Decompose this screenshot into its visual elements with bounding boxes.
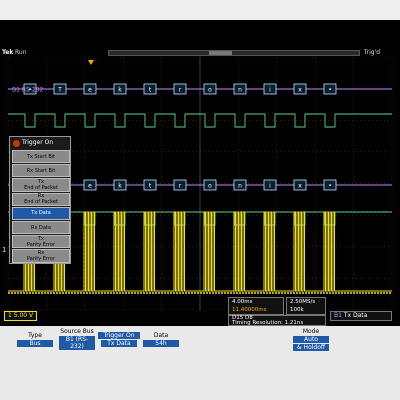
record-overview xyxy=(108,50,360,56)
trigger-on-option[interactable]: Rx End of Packet xyxy=(12,192,70,206)
bus-packet-char: o xyxy=(208,87,212,94)
softkey-data[interactable]: Data 54h xyxy=(140,328,182,350)
bus-packet-char: T xyxy=(57,87,62,94)
digital-readout[interactable]: D15 D8 Timing Resolution: 1.21ns xyxy=(228,315,326,326)
trigger-on-option[interactable]: Rx Data xyxy=(12,221,70,235)
brand-logo: Tek xyxy=(2,49,14,56)
close-menu-icon[interactable] xyxy=(13,139,20,147)
bus-packet-char: n xyxy=(238,183,242,190)
bus-packet-char: • xyxy=(328,183,332,190)
bus-packet-char: n xyxy=(238,87,242,94)
timebase-readout[interactable]: 4.00ms 11.40000ms xyxy=(228,297,284,315)
bus-packet-char: o xyxy=(208,183,212,190)
trigger-position-marker xyxy=(88,60,94,65)
bus-packet-char: e xyxy=(88,183,92,190)
trigger-on-menu: Trigger On Tx Start Bit Rx Start Bit Tx End… xyxy=(9,136,71,264)
softkey-bar: Type Bus Source Bus B1 (RS-232) Trigger On Tx… xyxy=(0,326,400,400)
menu-title: Trigger On xyxy=(10,137,70,149)
trigger-on-option[interactable]: Tx Data xyxy=(12,206,70,220)
trigger-on-option[interactable]: Tx Start Bit xyxy=(12,150,70,164)
ch1-scale-readout[interactable]: 1 5.00 V xyxy=(4,311,38,321)
record-window-marker xyxy=(209,51,232,55)
trigger-on-option[interactable]: Rx Start Bit xyxy=(12,164,70,178)
bus-packet-char: • xyxy=(328,87,332,94)
bus-packet-char: e xyxy=(88,87,92,94)
status-bar: Tek Run Trig'd xyxy=(0,48,400,57)
trigger-status: Trig'd xyxy=(363,49,380,56)
trigger-on-option[interactable]: Tx Parity Error xyxy=(12,235,70,249)
bus-trigger-readout[interactable]: B1 Tx Data xyxy=(330,311,392,321)
bus-packet-char: k xyxy=(118,87,122,94)
softkey-trigger-on[interactable]: Trigger On Tx Data xyxy=(98,328,140,350)
softkey-type[interactable]: Type Bus xyxy=(14,328,56,350)
acquisition-status: Run xyxy=(15,49,27,56)
softkey-mode[interactable]: Mode Auto & Holdoff xyxy=(290,328,332,351)
readout-bar: 1 5.00 V 4.00ms 11.40000ms 2.50MS/s 100k… xyxy=(0,297,400,326)
trigger-on-option[interactable]: Rx Parity Error xyxy=(12,249,70,263)
trigger-on-option[interactable]: Tx End of Packet xyxy=(12,178,70,192)
bus-packet-char: k xyxy=(118,183,122,190)
sample-rate-readout[interactable]: 2.50MS/s 100k points xyxy=(286,297,326,321)
ch1-marker: 1 xyxy=(2,246,6,254)
softkey-source-bus[interactable]: Source Bus B1 (RS-232) xyxy=(56,328,98,350)
bus-packet-char: x xyxy=(298,87,302,94)
bus-packet-char: x xyxy=(298,183,302,190)
bus-label: B1 RS-232 xyxy=(12,87,44,94)
